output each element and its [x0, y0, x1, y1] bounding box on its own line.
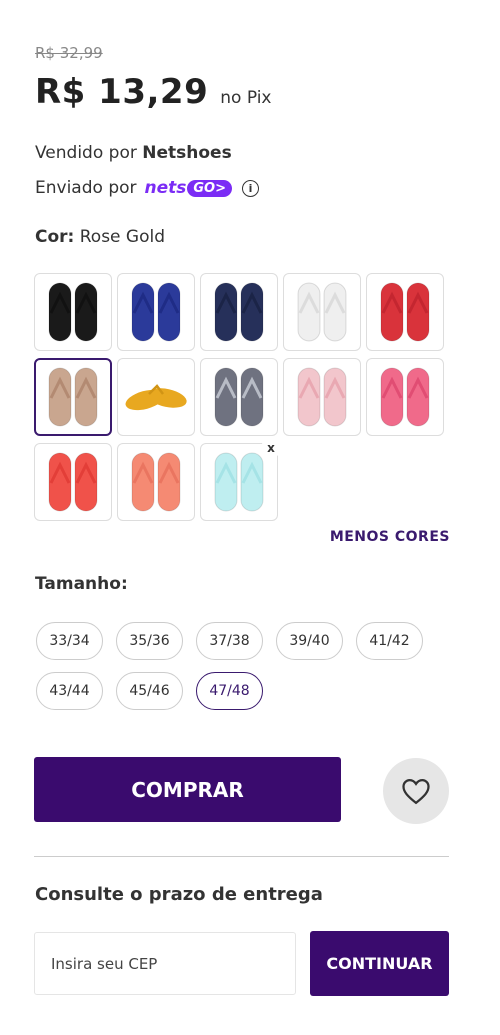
old-price: R$ 32,99: [35, 44, 103, 62]
color-swatch-vermelho[interactable]: [366, 273, 444, 351]
color-swatch-amarelo[interactable]: [117, 358, 195, 436]
info-icon[interactable]: i: [242, 179, 260, 197]
shipping-prefix: Enviado por: [35, 178, 137, 198]
color-swatches: x: [34, 273, 446, 521]
close-icon[interactable]: x: [261, 438, 281, 458]
color-selection-label: Cor: Rose Gold: [35, 227, 165, 247]
size-label: Tamanho:: [35, 574, 128, 594]
size-option[interactable]: 41/42: [356, 622, 423, 660]
color-swatch-azul[interactable]: [117, 273, 195, 351]
divider: [34, 856, 449, 857]
size-option[interactable]: 43/44: [36, 672, 103, 710]
price-row: R$ 13,29 no Pix: [35, 72, 271, 112]
current-price: R$ 13,29: [35, 72, 209, 112]
wishlist-button[interactable]: [383, 758, 449, 824]
color-swatch-azul-claro[interactable]: x: [200, 438, 281, 521]
flip-flop-image: [48, 367, 98, 427]
color-swatch-cinza[interactable]: [200, 358, 278, 436]
flip-flop-image: [131, 452, 181, 512]
payment-method: no Pix: [220, 88, 272, 108]
seller-prefix: Vendido por: [35, 143, 137, 163]
continue-button[interactable]: CONTINUAR: [310, 931, 449, 996]
color-swatch-pink[interactable]: [366, 358, 444, 436]
flip-flop-image: [131, 282, 181, 342]
less-colors-link[interactable]: MENOS CORES: [330, 529, 450, 545]
seller-info: Vendido por Netshoes: [35, 143, 232, 163]
seller-name: Netshoes: [142, 143, 232, 163]
size-option[interactable]: 35/36: [116, 622, 183, 660]
color-swatch-branco[interactable]: [283, 273, 361, 351]
size-option[interactable]: 47/48: [196, 672, 263, 710]
color-swatch-rose-gold[interactable]: [34, 358, 112, 436]
color-swatch-coral[interactable]: [34, 443, 112, 521]
heart-icon: [402, 778, 430, 805]
shipping-info: Enviado por nets GO> i: [35, 178, 260, 198]
size-option[interactable]: 37/38: [196, 622, 263, 660]
flip-flop-image: [125, 384, 187, 411]
flip-flop-image: [380, 282, 430, 342]
flip-flop-image: [214, 367, 264, 427]
size-option[interactable]: 33/34: [36, 622, 103, 660]
flip-flop-image: [297, 282, 347, 342]
cep-input[interactable]: [34, 932, 296, 995]
color-swatch-marinho[interactable]: [200, 273, 278, 351]
buy-button[interactable]: COMPRAR: [34, 757, 341, 822]
flip-flop-image: [48, 282, 98, 342]
flip-flop-image: [48, 452, 98, 512]
delivery-title: Consulte o prazo de entrega: [35, 884, 323, 905]
flip-flop-image: [214, 452, 264, 512]
flip-flop-image: [214, 282, 264, 342]
size-option[interactable]: 45/46: [116, 672, 183, 710]
color-swatch-rosa-claro[interactable]: [283, 358, 361, 436]
color-swatch-preto[interactable]: [34, 273, 112, 351]
size-options: 33/34 35/36 37/38 39/40 41/42 43/44 45/46 47/48: [36, 622, 446, 710]
netsgo-logo: nets GO>: [145, 178, 233, 198]
flip-flop-image: [297, 367, 347, 427]
color-swatch-salmao[interactable]: [117, 443, 195, 521]
selected-color-name: Rose Gold: [79, 227, 166, 247]
flip-flop-image: [380, 367, 430, 427]
color-label: Cor:: [35, 227, 75, 247]
size-option[interactable]: 39/40: [276, 622, 343, 660]
